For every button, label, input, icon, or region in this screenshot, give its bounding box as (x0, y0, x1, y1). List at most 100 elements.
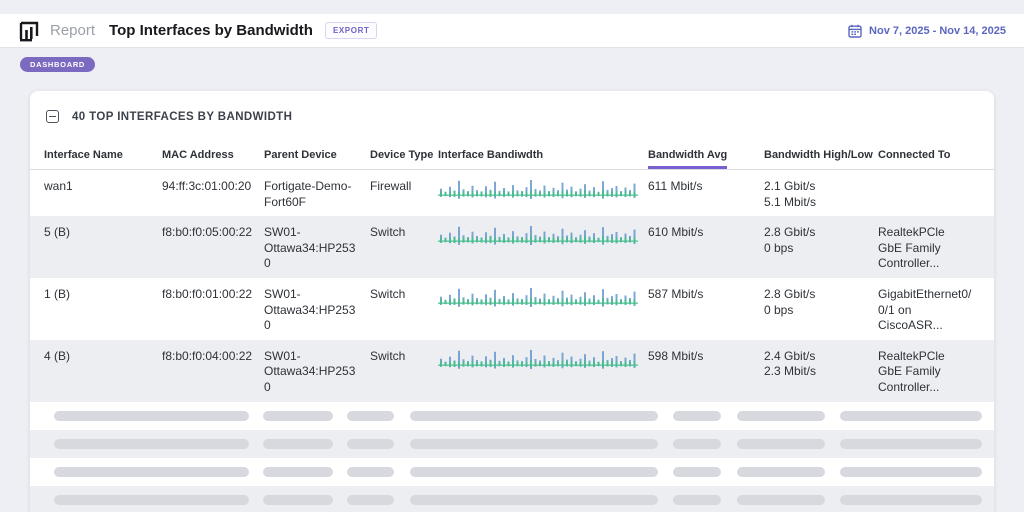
skeleton-placeholder-bar (263, 439, 333, 449)
skeleton-placeholder-bar (347, 411, 394, 421)
column-header-label: MAC Address (162, 149, 234, 169)
bandwidth-low-value: 2.3 Mbit/s (764, 364, 868, 380)
cell-device-type: Firewall (370, 170, 438, 216)
bandwidth-sparkline-chart (438, 176, 638, 202)
column-header-label: Interface Name (44, 149, 123, 169)
bandwidth-low-value: 0 bps (764, 241, 868, 257)
cell-connected-to: GigabitEthernet0/0/1 on CiscoASR... (878, 278, 982, 340)
cell-bandwidth-high-low: 2.1 Gbit/s5.1 Mbit/s (764, 170, 878, 216)
cell-interface-name: 5 (B) (44, 216, 162, 278)
cell-mac-address: f8:b0:f0:04:00:22 (162, 340, 264, 402)
skeleton-placeholder-bar (840, 439, 982, 449)
table-row[interactable]: wan194:ff:3c:01:00:20Fortigate-Demo-Fort… (30, 170, 994, 216)
table-row[interactable]: 4 (B)f8:b0:f0:04:00:22SW01-Ottawa34:HP25… (30, 340, 994, 402)
bandwidth-high-value: 2.1 Gbit/s (764, 179, 868, 195)
skeleton-placeholder-bar (410, 495, 658, 505)
column-header-label: Bandwidth Avg (648, 149, 727, 169)
panel-title: 40 TOP INTERFACES BY BANDWIDTH (72, 111, 292, 123)
cell-parent-device: SW01-Ottawa34:HP2530 (264, 340, 370, 402)
table-row[interactable]: 5 (B)f8:b0:f0:05:00:22SW01-Ottawa34:HP25… (30, 216, 994, 278)
collapse-icon[interactable] (46, 110, 59, 123)
cell-connected-to: RealtekPCle GbE Family Controller... (878, 216, 982, 278)
cell-bandwidth-high-low: 2.8 Gbit/s0 bps (764, 278, 878, 340)
skeleton-placeholder-bar (54, 411, 249, 421)
skeleton-placeholder-bar (673, 495, 721, 505)
column-header-label: Device Type (370, 149, 433, 169)
panel-header: 40 TOP INTERFACES BY BANDWIDTH (30, 91, 994, 136)
date-range-picker[interactable]: Nov 7, 2025 - Nov 14, 2025 (848, 24, 1006, 38)
cell-bandwidth-high-low: 2.8 Gbit/s0 bps (764, 216, 878, 278)
cell-interface-bandwidth (438, 340, 648, 402)
cell-connected-to (878, 170, 982, 216)
bandwidth-high-value: 2.8 Gbit/s (764, 225, 868, 241)
skeleton-placeholder-bar (54, 467, 249, 477)
cell-bandwidth-avg: 598 Mbit/s (648, 340, 764, 402)
bandwidth-sparkline-chart (438, 346, 638, 372)
cell-bandwidth-high-low: 2.4 Gbit/s2.3 Mbit/s (764, 340, 878, 402)
skeleton-row (30, 430, 994, 458)
skeleton-placeholder-bar (347, 495, 394, 505)
skeleton-placeholder-bar (840, 467, 982, 477)
cell-bandwidth-avg: 610 Mbit/s (648, 216, 764, 278)
table-body: wan194:ff:3c:01:00:20Fortigate-Demo-Fort… (30, 170, 994, 402)
column-header-bandwidth-high-low[interactable]: Bandwidth High/Low (764, 149, 878, 169)
skeleton-placeholder-bar (410, 467, 658, 477)
cell-mac-address: f8:b0:f0:05:00:22 (162, 216, 264, 278)
column-header-connected-to[interactable]: Connected To (878, 149, 982, 169)
loading-skeleton (30, 402, 994, 512)
column-header-device-type[interactable]: Device Type (370, 149, 438, 169)
column-header-interface-bandiwdth[interactable]: Interface Bandiwdth (438, 149, 648, 169)
app-logo-icon (18, 20, 40, 42)
cell-mac-address: f8:b0:f0:01:00:22 (162, 278, 264, 340)
column-header-label: Interface Bandiwdth (438, 149, 543, 169)
skeleton-row (30, 458, 994, 486)
column-header-parent-device[interactable]: Parent Device (264, 149, 370, 169)
skeleton-placeholder-bar (347, 467, 394, 477)
cell-interface-bandwidth (438, 278, 648, 340)
report-section-label: Report (50, 22, 95, 39)
cell-device-type: Switch (370, 340, 438, 402)
cell-device-type: Switch (370, 278, 438, 340)
cell-connected-to: RealtekPCle GbE Family Controller... (878, 340, 982, 402)
cell-interface-name: 4 (B) (44, 340, 162, 402)
column-header-label: Parent Device (264, 149, 337, 169)
column-header-label: Connected To (878, 149, 951, 169)
skeleton-placeholder-bar (410, 439, 658, 449)
top-bar: Report Top Interfaces by Bandwidth EXPOR… (0, 14, 1024, 48)
dashboard-badge[interactable]: DASHBOARD (20, 57, 95, 72)
date-range-label: Nov 7, 2025 - Nov 14, 2025 (869, 25, 1006, 37)
cell-parent-device: SW01-Ottawa34:HP2530 (264, 278, 370, 340)
skeleton-placeholder-bar (263, 467, 333, 477)
cell-interface-bandwidth (438, 216, 648, 278)
skeleton-placeholder-bar (54, 439, 249, 449)
cell-interface-name: wan1 (44, 170, 162, 216)
skeleton-placeholder-bar (737, 467, 825, 477)
skeleton-placeholder-bar (840, 495, 982, 505)
calendar-icon (848, 24, 862, 38)
bandwidth-low-value: 0 bps (764, 303, 868, 319)
column-header-mac-address[interactable]: MAC Address (162, 149, 264, 169)
skeleton-placeholder-bar (840, 411, 982, 421)
column-header-interface-name[interactable]: Interface Name (44, 149, 162, 169)
cell-device-type: Switch (370, 216, 438, 278)
skeleton-placeholder-bar (263, 411, 333, 421)
bandwidth-low-value: 5.1 Mbit/s (764, 195, 868, 211)
skeleton-placeholder-bar (737, 411, 825, 421)
skeleton-placeholder-bar (737, 439, 825, 449)
cell-parent-device: Fortigate-Demo-Fort60F (264, 170, 370, 216)
page-title: Top Interfaces by Bandwidth (109, 22, 313, 39)
column-header-bandwidth-avg[interactable]: Bandwidth Avg (648, 149, 764, 169)
skeleton-placeholder-bar (263, 495, 333, 505)
skeleton-row (30, 402, 994, 430)
table-row[interactable]: 1 (B)f8:b0:f0:01:00:22SW01-Ottawa34:HP25… (30, 278, 994, 340)
skeleton-row (30, 486, 994, 512)
cell-bandwidth-avg: 611 Mbit/s (648, 170, 764, 216)
cell-interface-name: 1 (B) (44, 278, 162, 340)
table-header-row: Interface Name MAC Address Parent Device De… (30, 136, 994, 170)
export-button[interactable]: EXPORT (325, 22, 378, 39)
skeleton-placeholder-bar (673, 467, 721, 477)
bandwidth-high-value: 2.8 Gbit/s (764, 287, 868, 303)
skeleton-placeholder-bar (673, 439, 721, 449)
bandwidth-high-value: 2.4 Gbit/s (764, 349, 868, 365)
skeleton-placeholder-bar (347, 439, 394, 449)
